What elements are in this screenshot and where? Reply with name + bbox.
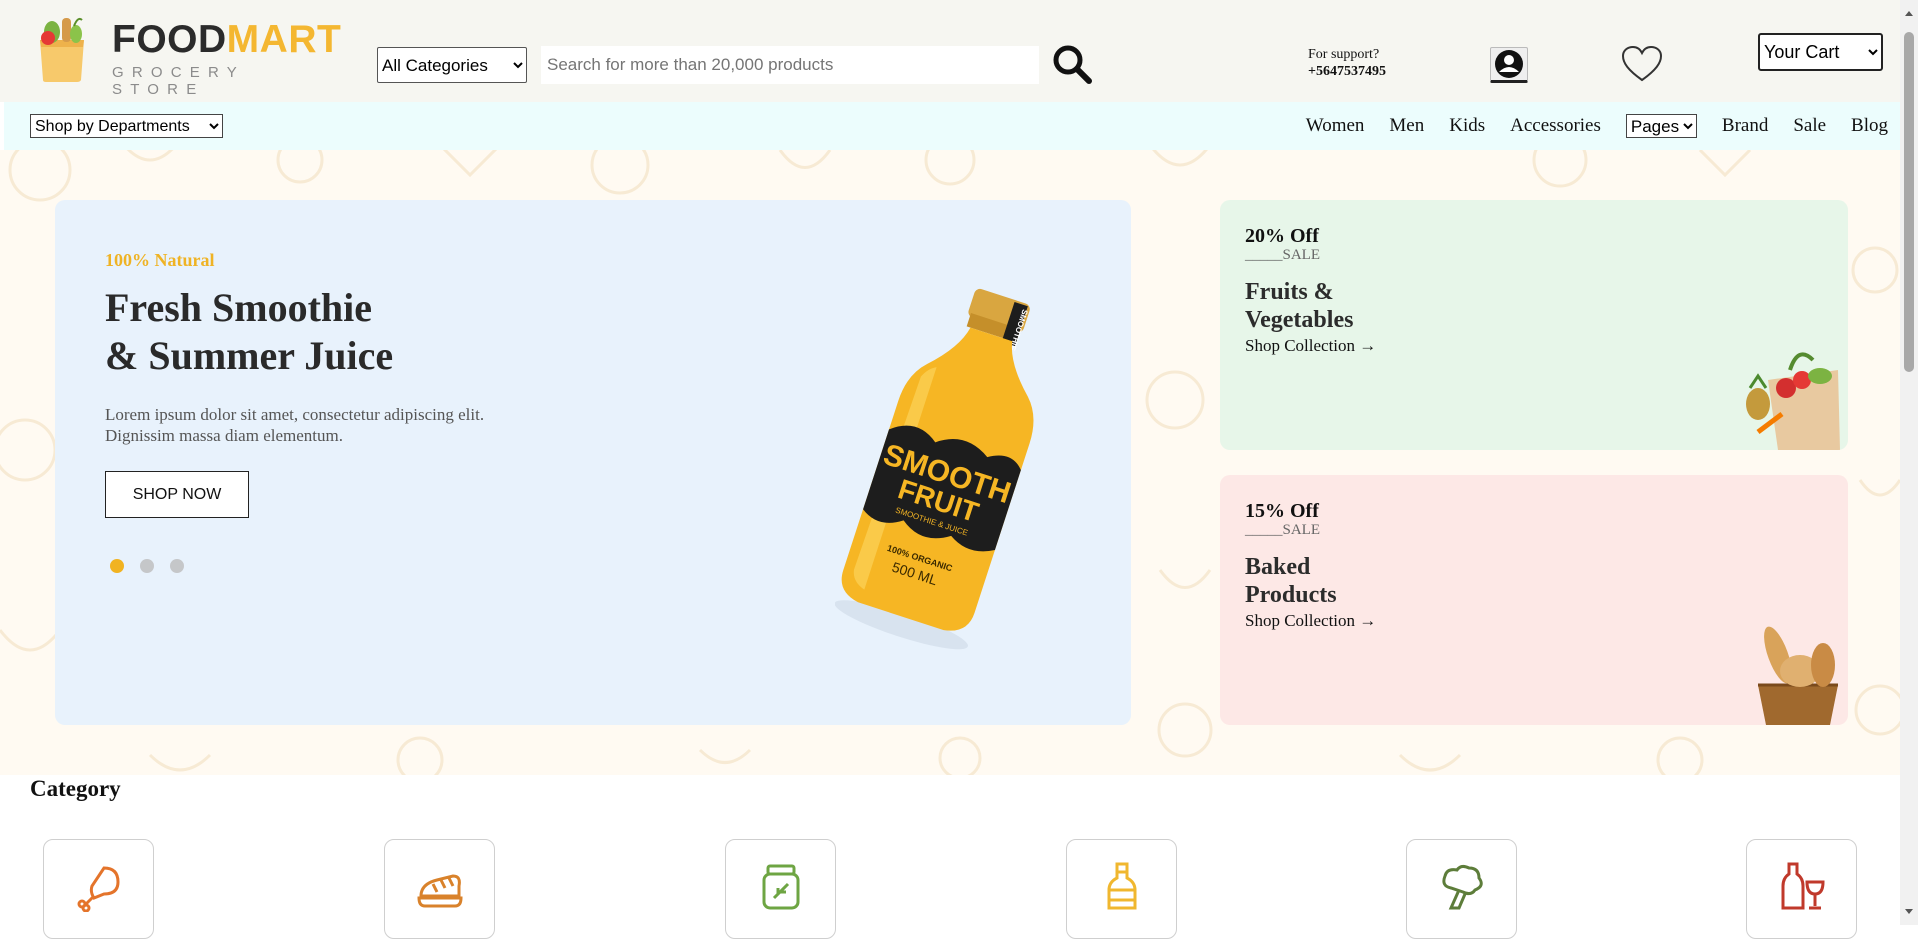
promo-title: Baked Products [1245, 554, 1337, 608]
wishlist-button[interactable] [1620, 44, 1664, 84]
nav-link-women[interactable]: Women [1306, 115, 1365, 137]
search-icon [1053, 45, 1092, 84]
nav-links: Women Men Kids Accessories Pages Brand S… [1281, 102, 1888, 150]
category-tile-wine[interactable] [1746, 839, 1857, 939]
shop-now-button[interactable]: SHOP NOW [105, 471, 249, 518]
promo-fruits-vegetables[interactable]: 20% Off _____SALE Fruits & Vegetables Sh… [1220, 200, 1848, 450]
smoothie-bottle-image: SMOOTHIE SMOOTH FRUIT SMOOTHIE & JUICE 1… [835, 288, 1034, 650]
promo-title: Fruits & Vegetables [1245, 279, 1354, 333]
pages-select[interactable]: Pages [1625, 114, 1697, 138]
promo-baked-products[interactable]: 15% Off _____SALE Baked Products Shop Co… [1220, 475, 1848, 725]
banner-description: Lorem ipsum dolor sit amet, consectetur … [105, 405, 485, 445]
promo-discount: 15% Off [1245, 500, 1319, 522]
promo-sale-label: _____SALE [1245, 247, 1320, 263]
nav-link-sale[interactable]: Sale [1793, 115, 1826, 137]
category-heading: Category [30, 776, 121, 801]
category-tile-pantry[interactable] [725, 839, 836, 939]
category-tile-vegetables[interactable] [1406, 839, 1517, 939]
main-nav: Shop by Departments Women Men Kids Acces… [4, 102, 1900, 150]
category-select[interactable]: All Categories [377, 47, 527, 83]
vegetable-bag-image [1746, 352, 1840, 450]
wine-icon [1781, 862, 1825, 910]
departments-select[interactable]: Shop by Departments [30, 114, 223, 138]
slider-dot-3[interactable] [170, 559, 184, 573]
support-phone[interactable]: +5647537495 [1308, 63, 1386, 80]
category-tile-meat[interactable] [43, 839, 154, 939]
user-icon [1495, 50, 1523, 78]
scroll-down-arrow-icon[interactable] [1904, 907, 1914, 917]
jar-icon [762, 864, 800, 910]
chicken-leg-icon [77, 866, 120, 912]
banner-title: Fresh Smoothie & Summer Juice [105, 285, 394, 378]
search-button[interactable] [1050, 42, 1094, 86]
shop-collection-link[interactable]: Shop Collection → [1245, 611, 1376, 631]
category-tile-bakery[interactable] [384, 839, 495, 939]
nav-link-men[interactable]: Men [1389, 115, 1424, 137]
slider-dot-1[interactable] [110, 559, 124, 573]
heart-icon [1621, 45, 1663, 82]
site-header: FOODMART GROCERY STORE All Categories Fo… [0, 0, 1900, 102]
nav-link-accessories[interactable]: Accessories [1510, 115, 1601, 137]
hero-banner: 100% Natural Fresh Smoothie & Summer Jui… [55, 200, 1131, 725]
shop-collection-link[interactable]: Shop Collection → [1245, 336, 1376, 356]
logo-wordmark: FOODMART [112, 18, 342, 61]
support-info: For support? +5647537495 [1308, 46, 1386, 80]
slider-dot-2[interactable] [140, 559, 154, 573]
broccoli-icon [1442, 864, 1483, 910]
promo-sale-label: _____SALE [1245, 522, 1320, 538]
logo-tagline: GROCERY STORE [112, 64, 245, 98]
scroll-thumb[interactable] [1904, 32, 1914, 372]
cart-select[interactable]: Your Cart [1758, 33, 1883, 71]
support-label: For support? [1308, 47, 1380, 62]
nav-link-kids[interactable]: Kids [1449, 115, 1485, 137]
search-input[interactable] [541, 46, 1039, 84]
banner-kicker: 100% Natural [105, 250, 215, 270]
slider-dots [110, 559, 184, 573]
category-tile-beverages[interactable] [1066, 839, 1177, 939]
nav-link-brand[interactable]: Brand [1722, 115, 1768, 137]
page-scrollbar[interactable] [1900, 0, 1918, 925]
bottle-icon [1107, 862, 1137, 910]
grocery-bag-icon [40, 17, 84, 82]
bread-icon [417, 874, 463, 908]
promo-discount: 20% Off [1245, 225, 1319, 247]
store-logo[interactable]: FOODMART GROCERY STORE [34, 14, 341, 98]
account-button[interactable] [1490, 47, 1528, 83]
nav-link-blog[interactable]: Blog [1851, 115, 1888, 137]
scroll-up-arrow-icon[interactable] [1904, 8, 1914, 18]
bread-basket-image [1758, 626, 1838, 725]
